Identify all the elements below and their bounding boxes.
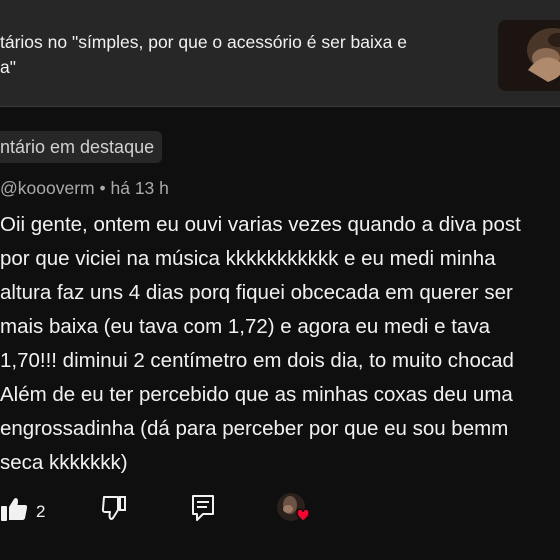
video-title: tários no "símples, por que o acessório … <box>0 30 470 80</box>
comment-line-4: mais baixa (eu tava com 1,72) e agora eu… <box>0 315 490 338</box>
creator-heart <box>276 492 314 531</box>
pinned-label: ntário em destaque <box>0 136 155 157</box>
comment-line-5: 1,70!!! diminui 2 centímetro em dois dia… <box>0 349 514 372</box>
comment-text: Oii gente, ontem eu ouvi varias vezes qu… <box>0 208 560 480</box>
video-thumbnail[interactable] <box>498 20 560 91</box>
comment-actions: 2 <box>0 490 560 530</box>
dislike-button[interactable] <box>101 495 127 526</box>
comment-line-8: seca kkkkkkk) <box>0 451 128 474</box>
separator-dot: • <box>99 178 106 198</box>
comment-reply-icon <box>191 494 215 527</box>
comment-author[interactable]: @koooverm <box>0 178 95 198</box>
comment-line-7: engrossadinha (dá para perceber por que … <box>0 417 509 440</box>
comment-timestamp: há 13 h <box>110 178 169 198</box>
video-card[interactable]: tários no "símples, por que o acessório … <box>0 0 560 107</box>
comment-line-2: por que viciei na música kkkkkkkkkkk e e… <box>0 247 496 270</box>
reply-button[interactable] <box>191 494 215 527</box>
like-button[interactable]: 2 <box>0 496 45 527</box>
video-title-line-1: tários no "símples, por que o acessório … <box>0 32 407 52</box>
thumbs-up-icon <box>0 496 28 527</box>
comment-line-3: altura faz uns 4 dias porq fiquei obceca… <box>0 281 513 304</box>
comment-header: @koooverm • há 13 h <box>0 178 169 199</box>
comment-line-6: Além de eu ter percebido que as minhas c… <box>0 383 513 406</box>
creator-avatar-heart-icon <box>276 492 314 531</box>
video-title-line-2: a" <box>0 57 16 77</box>
comment-line-1: Oii gente, ontem eu ouvi varias vezes qu… <box>0 213 521 236</box>
like-count: 2 <box>36 501 46 521</box>
pinned-comment-badge: ntário em destaque <box>0 131 163 163</box>
thumbs-down-icon <box>101 495 127 526</box>
